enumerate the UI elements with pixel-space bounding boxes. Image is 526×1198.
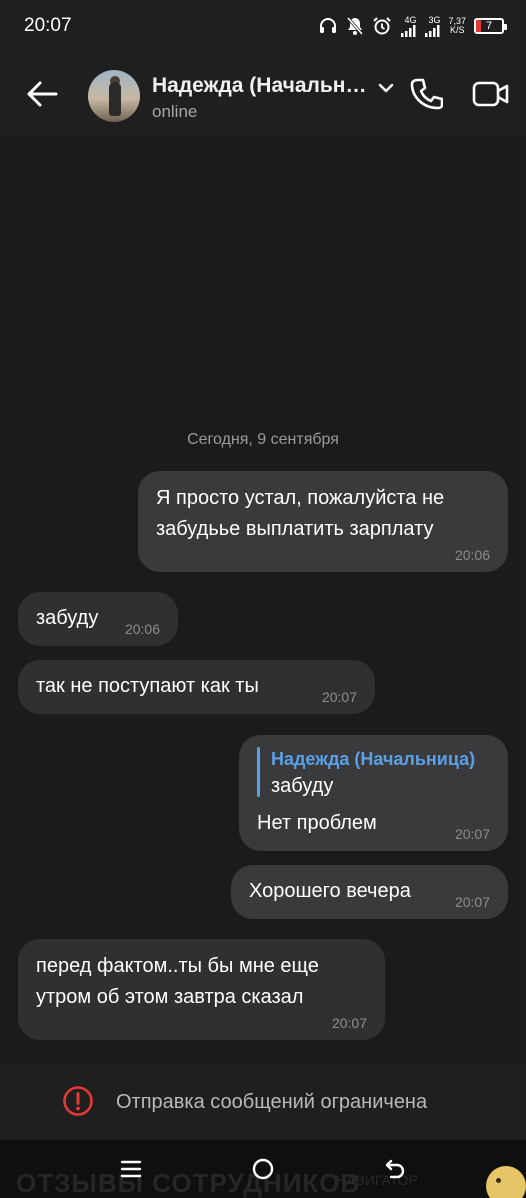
emoji-sticker bbox=[486, 1166, 526, 1198]
message-bubble-incoming[interactable]: забуду 20:06 bbox=[18, 592, 178, 646]
message-bubble-reply[interactable]: Надежда (Начальница) забуду Нет проблем … bbox=[239, 735, 508, 851]
back-nav-button[interactable] bbox=[378, 1154, 412, 1184]
back-button[interactable] bbox=[22, 74, 62, 114]
chat-header: Надежда (Начальница) online bbox=[0, 52, 526, 136]
battery-icon: 7 bbox=[474, 18, 507, 34]
message-bubble-outgoing[interactable]: Хорошего вечера 20:07 bbox=[231, 865, 508, 919]
contact-status: online bbox=[152, 102, 198, 121]
menu-lines-icon bbox=[120, 1160, 142, 1178]
undo-arrow-icon bbox=[385, 1159, 405, 1179]
speed-unit: K/S bbox=[449, 25, 465, 35]
status-icons: 4G 3G 7,37 K/S 7 bbox=[318, 14, 507, 38]
background-heading: ОТЗЫВЫ СОТРУДНИКОВ bbox=[16, 1168, 361, 1198]
recent-apps-button[interactable] bbox=[114, 1154, 148, 1184]
video-call-button[interactable] bbox=[468, 72, 514, 116]
video-camera-icon bbox=[472, 81, 509, 107]
network-4g: 4G bbox=[400, 14, 417, 37]
messaging-restricted-banner: Отправка сообщений ограничена bbox=[0, 1063, 526, 1140]
message-time: 20:07 bbox=[331, 1015, 367, 1031]
alert-circle-icon bbox=[63, 1086, 93, 1116]
status-time: 20:07 bbox=[24, 15, 72, 36]
message-text: Я просто устал, пожалуйста не забудьье в… bbox=[156, 487, 445, 540]
message-time: 20:06 bbox=[454, 547, 490, 563]
message-time: 20:07 bbox=[454, 894, 490, 910]
message-bubble-incoming[interactable]: так не поступают как ты 20:07 bbox=[18, 660, 375, 714]
home-circle-icon bbox=[252, 1158, 274, 1180]
battery-level: 7 bbox=[485, 20, 493, 32]
avatar-figure bbox=[109, 82, 121, 116]
message-time: 20:07 bbox=[321, 689, 357, 705]
alarm-icon bbox=[372, 14, 392, 38]
restriction-text: Отправка сообщений ограничена bbox=[116, 1091, 428, 1113]
call-button[interactable] bbox=[404, 72, 448, 116]
arrow-left-icon bbox=[27, 81, 58, 107]
date-separator: Сегодня, 9 сентября bbox=[187, 431, 339, 448]
headphones-icon bbox=[318, 14, 338, 38]
home-button[interactable] bbox=[246, 1154, 280, 1184]
chevron-down-icon[interactable] bbox=[376, 78, 396, 98]
status-bar: 20:07 4G 3G 7,37 K/S 7 bbox=[0, 0, 526, 52]
message-time: 20:06 bbox=[124, 621, 160, 637]
reply-accent-bar bbox=[257, 747, 260, 797]
message-bubble-outgoing[interactable]: Я просто устал, пожалуйста не забудьье в… bbox=[138, 471, 508, 572]
network-3g-label: 3G bbox=[428, 14, 441, 25]
contact-name[interactable]: Надежда (Начальница) bbox=[152, 74, 372, 98]
reply-quote-text: забуду bbox=[271, 775, 334, 797]
network-3g: 3G bbox=[424, 14, 441, 37]
message-text: Хорошего вечера bbox=[249, 880, 411, 902]
bell-muted-icon bbox=[346, 14, 364, 38]
message-text: Нет проблем bbox=[257, 812, 377, 834]
system-nav-bar: ОТЗЫВЫ СОТРУДНИКОВ НАВИГАТОР bbox=[0, 1140, 526, 1198]
message-text: так не поступают как ты bbox=[36, 675, 259, 697]
avatar[interactable] bbox=[88, 70, 140, 122]
message-bubble-incoming[interactable]: перед фактом..ты бы мне еще утром об это… bbox=[18, 939, 385, 1040]
phone-icon bbox=[410, 78, 443, 110]
message-time: 20:07 bbox=[454, 826, 490, 842]
message-text: перед фактом..ты бы мне еще утром об это… bbox=[36, 955, 319, 1008]
network-speed: 7,37 K/S bbox=[448, 17, 466, 35]
network-4g-label: 4G bbox=[404, 14, 417, 25]
